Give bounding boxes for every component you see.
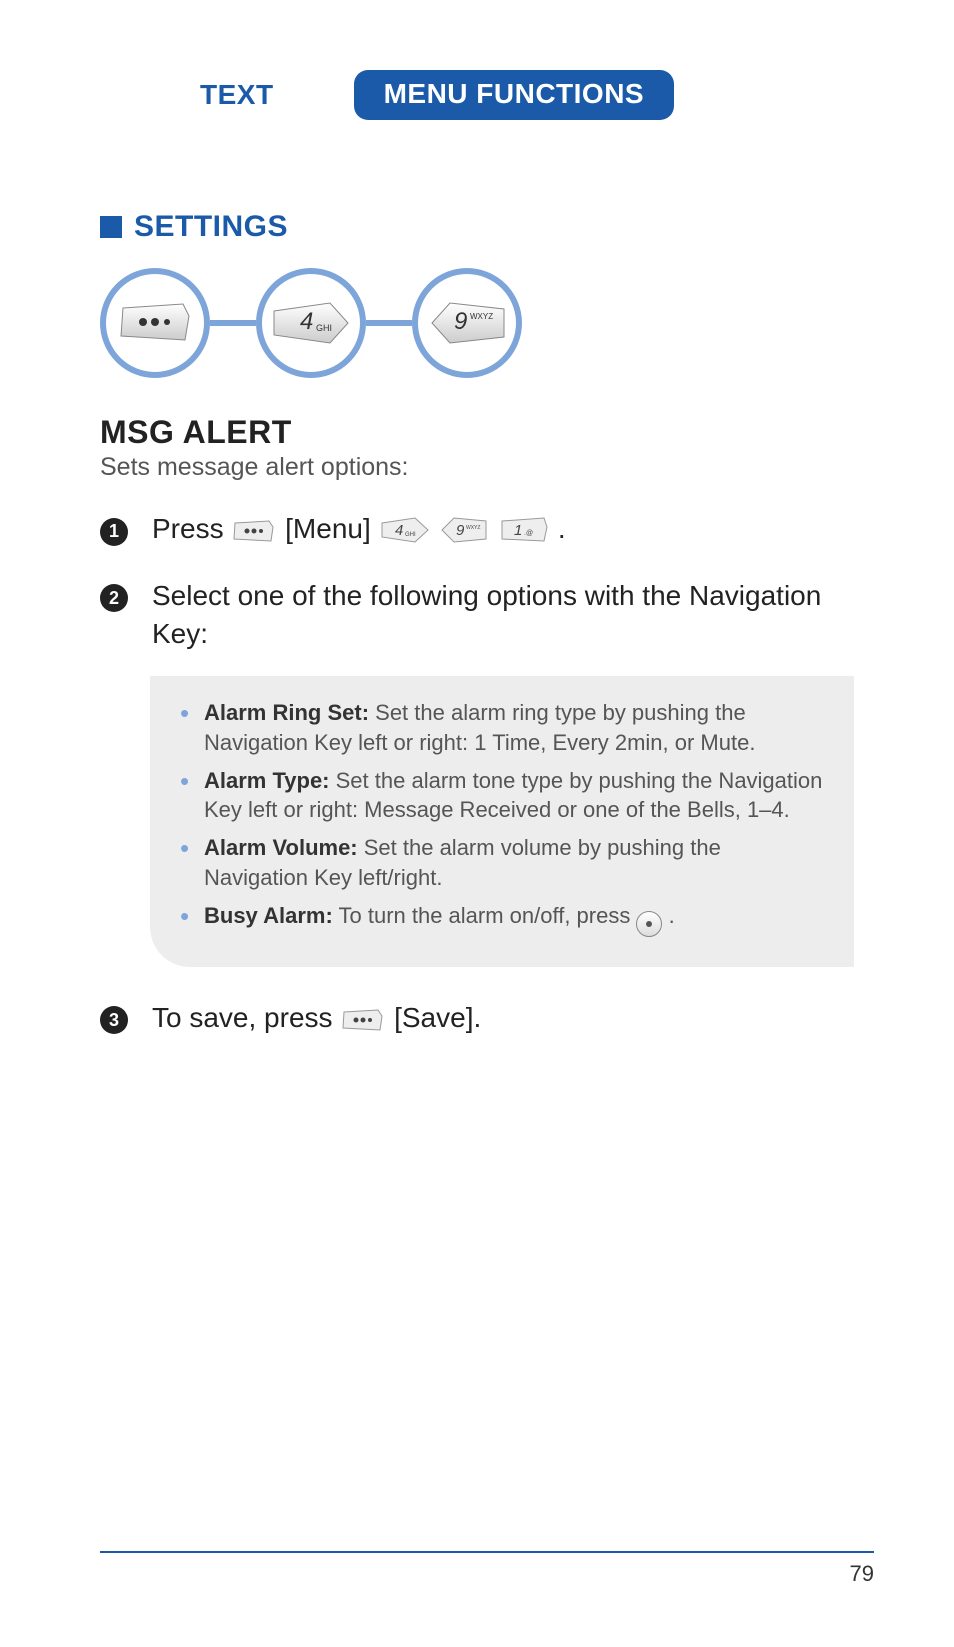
svg-text:GHI: GHI [405,532,416,538]
section-heading: SETTINGS [100,210,854,244]
step-1-body: Press [Menu] 4GHI 9WXYZ 1.@ . [152,510,854,553]
msg-alert-title: MSG ALERT [100,414,854,451]
key-digit-4: 4 [300,308,313,335]
option-alarm-type: Alarm Type: Set the alarm tone type by p… [180,766,830,825]
svg-text:9: 9 [456,522,465,539]
option-label: Alarm Ring Set: [204,700,369,725]
key-1-icon: 1.@ [500,515,548,553]
step-1-press: Press [152,513,231,544]
save-label: [Save]. [394,1002,481,1033]
manual-page: TEXT MENU FUNCTIONS SETTINGS 4 GHI [0,0,954,1647]
svg-text:1: 1 [514,522,522,539]
step-number-icon: 2 [100,579,128,613]
menu-dots-key-icon [233,515,275,553]
key-sequence: 4 GHI 9 WXYZ [100,268,854,378]
option-busy-alarm: Busy Alarm: To turn the alarm on/off, pr… [180,901,830,937]
svg-text:4: 4 [395,522,403,539]
step-2-text: Select one of the following options with… [152,577,854,653]
connector-icon [210,320,256,326]
option-suffix: . [662,903,674,928]
page-number: 79 [100,1561,874,1587]
option-alarm-volume: Alarm Volume: Set the alarm volume by pu… [180,833,830,892]
steps-list: 1 Press [Menu] 4GHI 9WXYZ 1.@ . [100,510,854,652]
svg-text:WXYZ: WXYZ [466,525,480,531]
connector-icon [366,320,412,326]
key-9-wxyz-icon: 9WXYZ [440,515,488,553]
tab-text: TEXT [150,73,324,117]
option-label: Busy Alarm: [204,903,333,928]
step-2: 2 Select one of the following options wi… [100,577,854,653]
menu-dots-key-icon [342,1004,384,1042]
header-tabs: TEXT MENU FUNCTIONS [150,70,854,120]
tab-menu-functions: MENU FUNCTIONS [354,70,675,120]
footer-rule-icon [100,1551,874,1553]
ok-press-icon [636,911,662,937]
section-title: SETTINGS [134,210,288,244]
menu-label: [Menu] [285,513,378,544]
step-1: 1 Press [Menu] 4GHI 9WXYZ 1.@ . [100,510,854,553]
key-9-wxyz-icon: 9 WXYZ [412,268,522,378]
option-alarm-ring-set: Alarm Ring Set: Set the alarm ring type … [180,698,830,757]
svg-text:.@: .@ [524,530,533,537]
option-label: Alarm Volume: [204,835,358,860]
key-4-ghi-icon: 4GHI [381,515,429,553]
key-digit-9: 9 [454,308,467,335]
menu-key-icon [100,268,210,378]
step-number-icon: 3 [100,1001,128,1035]
step-number-icon: 1 [100,512,128,546]
key-4-ghi-icon: 4 GHI [256,268,366,378]
step-1-period: . [558,513,566,544]
key-letters-wxyz: WXYZ [470,312,493,321]
key-letters-ghi: GHI [316,323,332,333]
option-label: Alarm Type: [204,768,330,793]
menu-dots-key-icon [119,302,191,344]
page-footer: 79 [100,1551,874,1587]
step-3-prefix: To save, press [152,1002,340,1033]
step-3-body: To save, press [Save]. [152,999,854,1042]
options-box: Alarm Ring Set: Set the alarm ring type … [150,676,854,966]
option-desc: To turn the alarm on/off, press [333,903,637,928]
step-3: 3 To save, press [Save]. [100,999,854,1042]
square-bullet-icon [100,216,122,238]
msg-alert-desc: Sets message alert options: [100,453,854,482]
